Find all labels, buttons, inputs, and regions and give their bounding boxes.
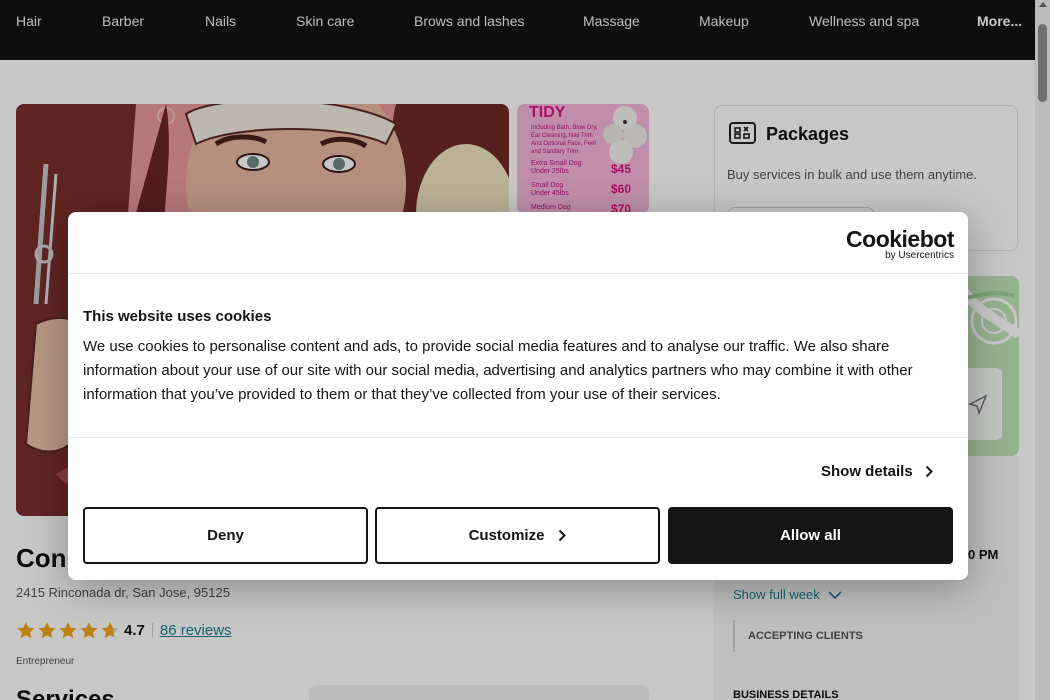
cookie-consent-dialog: Cookiebot by Usercentrics This website u… (68, 212, 968, 580)
cookiebot-logo: Cookiebot by Usercentrics (846, 226, 954, 261)
dialog-divider (68, 437, 968, 438)
chevron-right-icon (559, 529, 567, 542)
show-details-link[interactable]: Show details (821, 463, 933, 480)
customize-label: Customize (468, 527, 545, 544)
cookie-dialog-title: This website uses cookies (83, 308, 272, 325)
cookiebot-brand-sub: by Usercentrics (885, 250, 954, 261)
customize-button[interactable]: Customize (375, 507, 660, 564)
show-details-label: Show details (821, 463, 913, 480)
chevron-right-icon (925, 465, 933, 478)
allow-all-button[interactable]: Allow all (668, 507, 953, 564)
cookie-dialog-body: We use cookies to personalise content an… (83, 338, 913, 403)
dialog-divider (68, 273, 968, 274)
page: Hair Barber Nails Skin care Brows and la… (0, 0, 1050, 700)
deny-button[interactable]: Deny (83, 507, 368, 564)
cookiebot-brand: Cookiebot (846, 226, 954, 252)
